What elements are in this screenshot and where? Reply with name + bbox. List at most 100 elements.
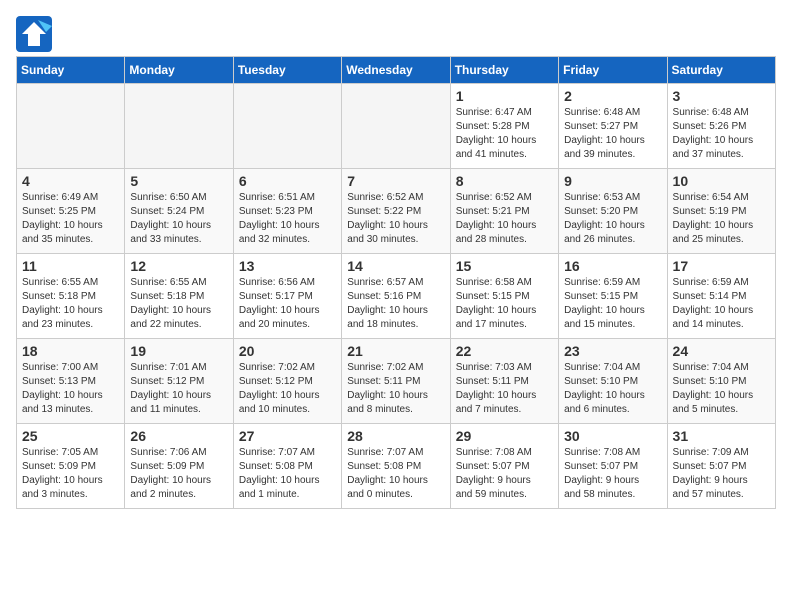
calendar-cell: 2 Sunrise: 6:48 AM Sunset: 5:27 PM Daylig… — [559, 84, 667, 169]
calendar-week-2: 4 Sunrise: 6:49 AM Sunset: 5:25 PM Daylig… — [17, 169, 776, 254]
day-info: Sunrise: 6:55 AM Sunset: 5:18 PM Dayligh… — [130, 276, 227, 332]
day-info: Sunrise: 7:06 AM Sunset: 5:09 PM Dayligh… — [130, 446, 227, 502]
day-info: Sunrise: 6:48 AM Sunset: 5:26 PM Dayligh… — [673, 106, 770, 162]
day-number: 2 — [564, 88, 661, 104]
day-info: Sunrise: 7:05 AM Sunset: 5:09 PM Dayligh… — [22, 446, 119, 502]
day-number: 1 — [456, 88, 553, 104]
calendar-cell — [233, 84, 341, 169]
day-info: Sunrise: 6:58 AM Sunset: 5:15 PM Dayligh… — [456, 276, 553, 332]
day-info: Sunrise: 7:04 AM Sunset: 5:10 PM Dayligh… — [564, 361, 661, 417]
day-number: 30 — [564, 428, 661, 444]
header-tuesday: Tuesday — [233, 57, 341, 84]
day-number: 14 — [347, 258, 444, 274]
day-number: 18 — [22, 343, 119, 359]
day-info: Sunrise: 7:09 AM Sunset: 5:07 PM Dayligh… — [673, 446, 770, 502]
calendar-cell: 1 Sunrise: 6:47 AM Sunset: 5:28 PM Daylig… — [450, 84, 558, 169]
calendar-cell: 31 Sunrise: 7:09 AM Sunset: 5:07 PM Dayli… — [667, 424, 775, 509]
calendar-header-row: SundayMondayTuesdayWednesdayThursdayFrid… — [17, 57, 776, 84]
day-info: Sunrise: 7:08 AM Sunset: 5:07 PM Dayligh… — [564, 446, 661, 502]
calendar-cell: 22Sunrise: 7:03 AM Sunset: 5:11 PM Dayli… — [450, 339, 558, 424]
day-info: Sunrise: 6:48 AM Sunset: 5:27 PM Dayligh… — [564, 106, 661, 162]
calendar-cell: 11 Sunrise: 6:55 AM Sunset: 5:18 PM Dayli… — [17, 254, 125, 339]
day-number: 26 — [130, 428, 227, 444]
calendar-cell: 6Sunrise: 6:51 AM Sunset: 5:23 PM Daylig… — [233, 169, 341, 254]
calendar-cell: 26 Sunrise: 7:06 AM Sunset: 5:09 PM Dayli… — [125, 424, 233, 509]
day-number: 22 — [456, 343, 553, 359]
day-info: Sunrise: 6:54 AM Sunset: 5:19 PM Dayligh… — [673, 191, 770, 247]
calendar-cell: 17 Sunrise: 6:59 AM Sunset: 5:14 PM Dayli… — [667, 254, 775, 339]
day-info: Sunrise: 7:00 AM Sunset: 5:13 PM Dayligh… — [22, 361, 119, 417]
calendar-cell: 3 Sunrise: 6:48 AM Sunset: 5:26 PM Daylig… — [667, 84, 775, 169]
day-info: Sunrise: 6:55 AM Sunset: 5:18 PM Dayligh… — [22, 276, 119, 332]
calendar-week-3: 11 Sunrise: 6:55 AM Sunset: 5:18 PM Dayli… — [17, 254, 776, 339]
calendar-cell: 12 Sunrise: 6:55 AM Sunset: 5:18 PM Dayli… — [125, 254, 233, 339]
day-number: 19 — [130, 343, 227, 359]
day-number: 27 — [239, 428, 336, 444]
day-number: 10 — [673, 173, 770, 189]
calendar-cell: 13 Sunrise: 6:56 AM Sunset: 5:17 PM Dayli… — [233, 254, 341, 339]
calendar-cell: 20 Sunrise: 7:02 AM Sunset: 5:12 PM Dayli… — [233, 339, 341, 424]
calendar-cell: 27 Sunrise: 7:07 AM Sunset: 5:08 PM Dayli… — [233, 424, 341, 509]
calendar-cell: 28Sunrise: 7:07 AM Sunset: 5:08 PM Dayli… — [342, 424, 450, 509]
day-number: 12 — [130, 258, 227, 274]
header-friday: Friday — [559, 57, 667, 84]
calendar-cell: 16 Sunrise: 6:59 AM Sunset: 5:15 PM Dayli… — [559, 254, 667, 339]
calendar-cell: 18 Sunrise: 7:00 AM Sunset: 5:13 PM Dayli… — [17, 339, 125, 424]
day-info: Sunrise: 6:52 AM Sunset: 5:21 PM Dayligh… — [456, 191, 553, 247]
calendar-cell: 30 Sunrise: 7:08 AM Sunset: 5:07 PM Dayli… — [559, 424, 667, 509]
day-info: Sunrise: 6:50 AM Sunset: 5:24 PM Dayligh… — [130, 191, 227, 247]
day-number: 17 — [673, 258, 770, 274]
header-saturday: Saturday — [667, 57, 775, 84]
calendar-cell: 21Sunrise: 7:02 AM Sunset: 5:11 PM Dayli… — [342, 339, 450, 424]
logo-icon — [16, 16, 52, 52]
calendar-cell: 4 Sunrise: 6:49 AM Sunset: 5:25 PM Daylig… — [17, 169, 125, 254]
calendar-cell: 24Sunrise: 7:04 AM Sunset: 5:10 PM Dayli… — [667, 339, 775, 424]
calendar-cell: 5 Sunrise: 6:50 AM Sunset: 5:24 PM Daylig… — [125, 169, 233, 254]
day-info: Sunrise: 6:56 AM Sunset: 5:17 PM Dayligh… — [239, 276, 336, 332]
day-info: Sunrise: 6:57 AM Sunset: 5:16 PM Dayligh… — [347, 276, 444, 332]
day-number: 9 — [564, 173, 661, 189]
day-info: Sunrise: 6:47 AM Sunset: 5:28 PM Dayligh… — [456, 106, 553, 162]
day-number: 20 — [239, 343, 336, 359]
calendar-cell — [125, 84, 233, 169]
day-info: Sunrise: 6:53 AM Sunset: 5:20 PM Dayligh… — [564, 191, 661, 247]
day-number: 16 — [564, 258, 661, 274]
day-number: 8 — [456, 173, 553, 189]
day-info: Sunrise: 6:59 AM Sunset: 5:14 PM Dayligh… — [673, 276, 770, 332]
calendar-cell — [342, 84, 450, 169]
day-number: 6 — [239, 173, 336, 189]
calendar-cell: 14 Sunrise: 6:57 AM Sunset: 5:16 PM Dayli… — [342, 254, 450, 339]
day-number: 28 — [347, 428, 444, 444]
calendar-cell: 15 Sunrise: 6:58 AM Sunset: 5:15 PM Dayli… — [450, 254, 558, 339]
day-info: Sunrise: 7:04 AM Sunset: 5:10 PM Dayligh… — [673, 361, 770, 417]
header-sunday: Sunday — [17, 57, 125, 84]
calendar-week-5: 25 Sunrise: 7:05 AM Sunset: 5:09 PM Dayli… — [17, 424, 776, 509]
day-number: 23 — [564, 343, 661, 359]
day-number: 29 — [456, 428, 553, 444]
day-number: 11 — [22, 258, 119, 274]
calendar-cell: 9 Sunrise: 6:53 AM Sunset: 5:20 PM Daylig… — [559, 169, 667, 254]
calendar-cell: 7 Sunrise: 6:52 AM Sunset: 5:22 PM Daylig… — [342, 169, 450, 254]
calendar-week-4: 18 Sunrise: 7:00 AM Sunset: 5:13 PM Dayli… — [17, 339, 776, 424]
day-number: 13 — [239, 258, 336, 274]
day-info: Sunrise: 7:08 AM Sunset: 5:07 PM Dayligh… — [456, 446, 553, 502]
day-info: Sunrise: 6:52 AM Sunset: 5:22 PM Dayligh… — [347, 191, 444, 247]
day-number: 5 — [130, 173, 227, 189]
day-info: Sunrise: 7:02 AM Sunset: 5:12 PM Dayligh… — [239, 361, 336, 417]
day-number: 3 — [673, 88, 770, 104]
day-number: 4 — [22, 173, 119, 189]
day-number: 7 — [347, 173, 444, 189]
day-info: Sunrise: 6:59 AM Sunset: 5:15 PM Dayligh… — [564, 276, 661, 332]
calendar-table: SundayMondayTuesdayWednesdayThursdayFrid… — [16, 56, 776, 509]
header — [16, 16, 776, 52]
header-monday: Monday — [125, 57, 233, 84]
header-wednesday: Wednesday — [342, 57, 450, 84]
day-number: 15 — [456, 258, 553, 274]
day-number: 25 — [22, 428, 119, 444]
day-number: 31 — [673, 428, 770, 444]
header-thursday: Thursday — [450, 57, 558, 84]
day-info: Sunrise: 6:49 AM Sunset: 5:25 PM Dayligh… — [22, 191, 119, 247]
calendar-week-1: 1 Sunrise: 6:47 AM Sunset: 5:28 PM Daylig… — [17, 84, 776, 169]
calendar-cell: 29 Sunrise: 7:08 AM Sunset: 5:07 PM Dayli… — [450, 424, 558, 509]
day-info: Sunrise: 7:07 AM Sunset: 5:08 PM Dayligh… — [239, 446, 336, 502]
